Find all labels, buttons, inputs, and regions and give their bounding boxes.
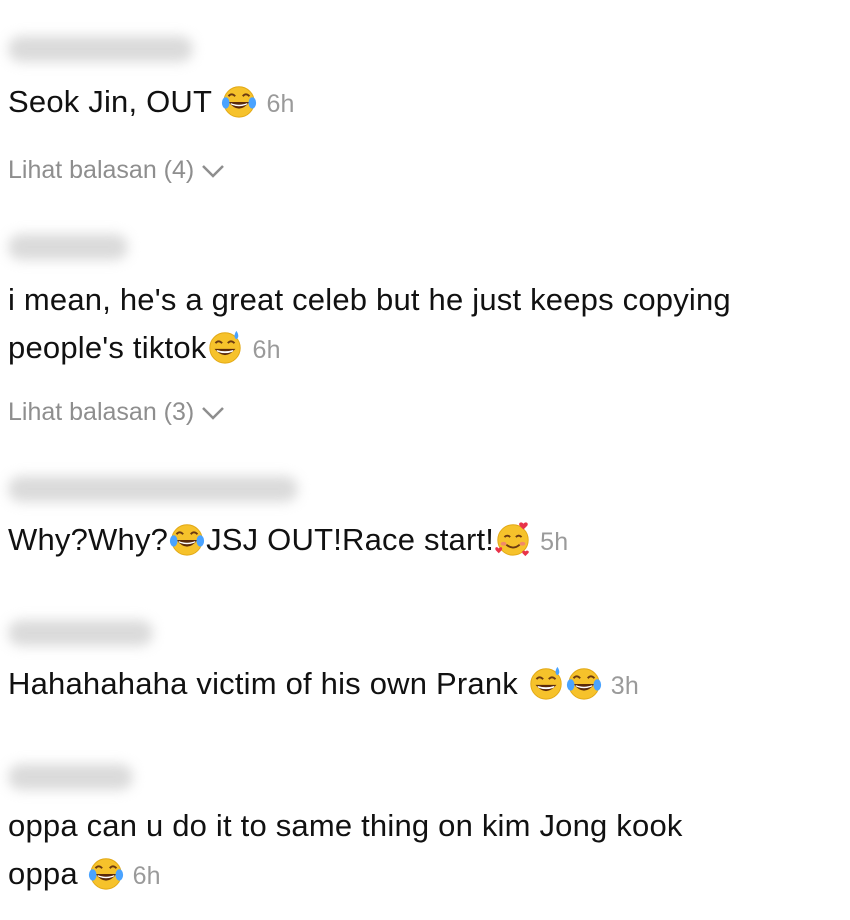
comment-body-b: JSJ OUT!Race start! — [206, 522, 495, 557]
chevron-down-icon — [202, 406, 225, 420]
comment-text: oppa can u do it to same thing on kim Jo… — [8, 802, 838, 900]
username-blurred[interactable] — [8, 764, 133, 790]
laugh-tears-icon — [220, 82, 258, 120]
comment-text: Seok Jin, OUT 6h — [8, 78, 838, 128]
comment-line-1: i mean, he's a great celeb but he just k… — [8, 282, 731, 317]
comment-text: i mean, he's a great celeb but he just k… — [8, 276, 838, 374]
laugh-tears-icon — [168, 520, 206, 558]
comment-time: 3h — [610, 672, 639, 700]
username-blurred[interactable] — [8, 234, 128, 260]
username-blurred[interactable] — [8, 476, 298, 502]
comment-body: Hahahahaha victim of his own Prank — [8, 666, 527, 701]
smiling-hearts-icon — [494, 520, 532, 558]
comment-body: Seok Jin, OUT — [8, 84, 212, 119]
comment-text: Hahahahaha victim of his own Prank 3h — [8, 660, 838, 710]
username-blurred[interactable] — [8, 620, 153, 646]
comment-body-a: Why?Why? — [8, 522, 169, 557]
comment-text: Why?Why? JSJ OUT!Race start! 5h — [8, 516, 838, 566]
laugh-tears-icon — [565, 664, 603, 702]
comment-time: 6h — [266, 90, 295, 118]
view-replies-label: Lihat balasan (4) — [8, 156, 195, 184]
username-blurred[interactable] — [8, 36, 193, 62]
chevron-down-icon — [202, 164, 225, 178]
laugh-tears-icon — [87, 854, 125, 892]
comment-time: 6h — [252, 336, 281, 364]
view-replies-link[interactable]: Lihat balasan (4) — [8, 156, 226, 185]
comment-line-1: oppa can u do it to same thing on kim Jo… — [8, 808, 683, 843]
comment-line-2: oppa — [8, 856, 87, 891]
view-replies-label: Lihat balasan (3) — [8, 398, 195, 426]
sweat-smile-icon — [206, 328, 244, 366]
comment-time: 5h — [540, 528, 569, 556]
sweat-smile-icon — [527, 664, 565, 702]
comment-line-2: people's tiktok — [8, 330, 207, 365]
view-replies-link[interactable]: Lihat balasan (3) — [8, 398, 226, 427]
comment-time: 6h — [132, 862, 161, 890]
